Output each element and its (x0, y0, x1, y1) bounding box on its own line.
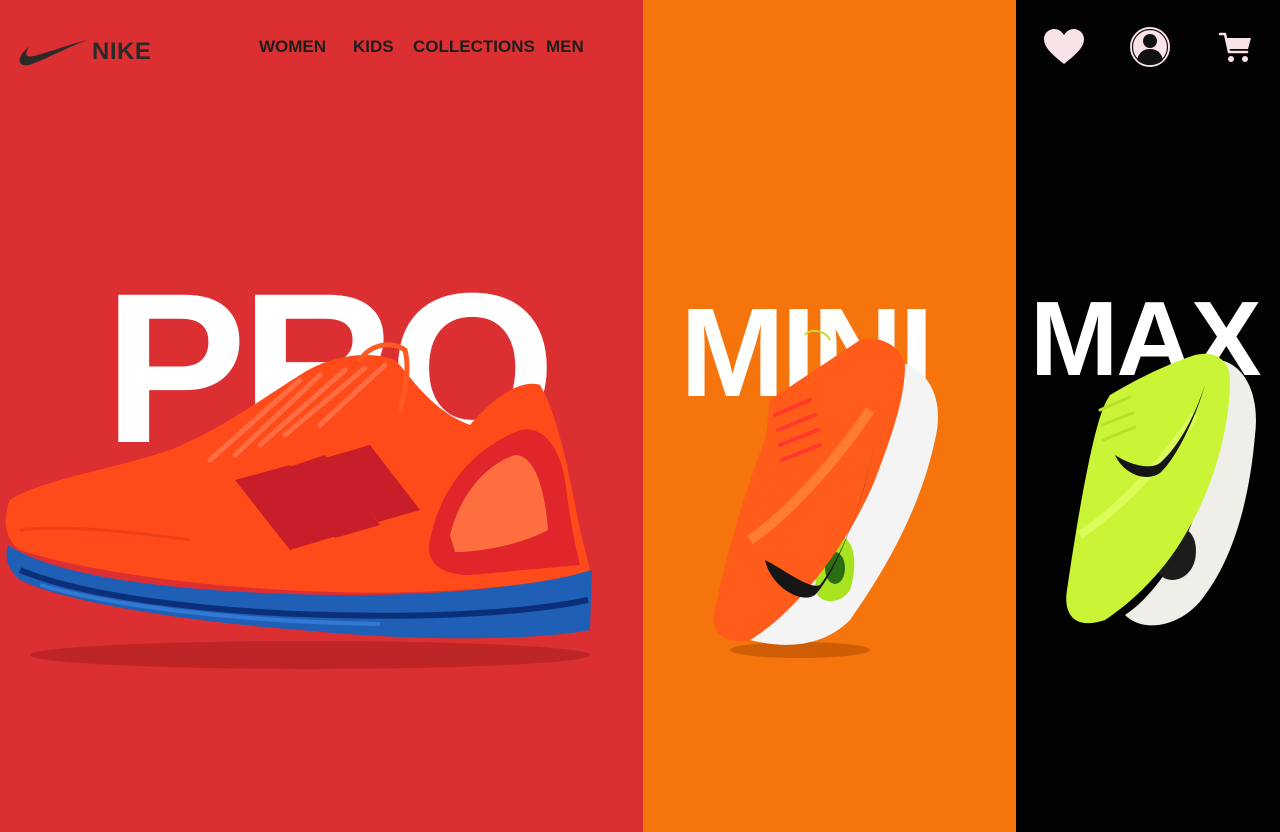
nav-women[interactable]: WOMEN (259, 37, 326, 57)
brand-logo[interactable]: NIKE (18, 36, 151, 68)
pro-shoe-image[interactable] (0, 330, 620, 680)
cart-button[interactable] (1218, 30, 1254, 71)
mini-shoe-image[interactable] (690, 320, 950, 660)
nav-men[interactable]: MEN (546, 37, 584, 57)
nav-collections[interactable]: COLLECTIONS (413, 37, 535, 57)
swoosh-icon (19, 40, 88, 66)
heart-icon (1044, 29, 1084, 64)
cart-icon (1218, 32, 1251, 62)
user-icon (1130, 27, 1170, 67)
brand-name: NIKE (92, 38, 152, 65)
nav-kids[interactable]: KIDS (353, 37, 394, 57)
max-shoe-image[interactable] (1055, 335, 1265, 635)
favorites-button[interactable] (1043, 28, 1085, 71)
account-button[interactable] (1129, 26, 1171, 73)
